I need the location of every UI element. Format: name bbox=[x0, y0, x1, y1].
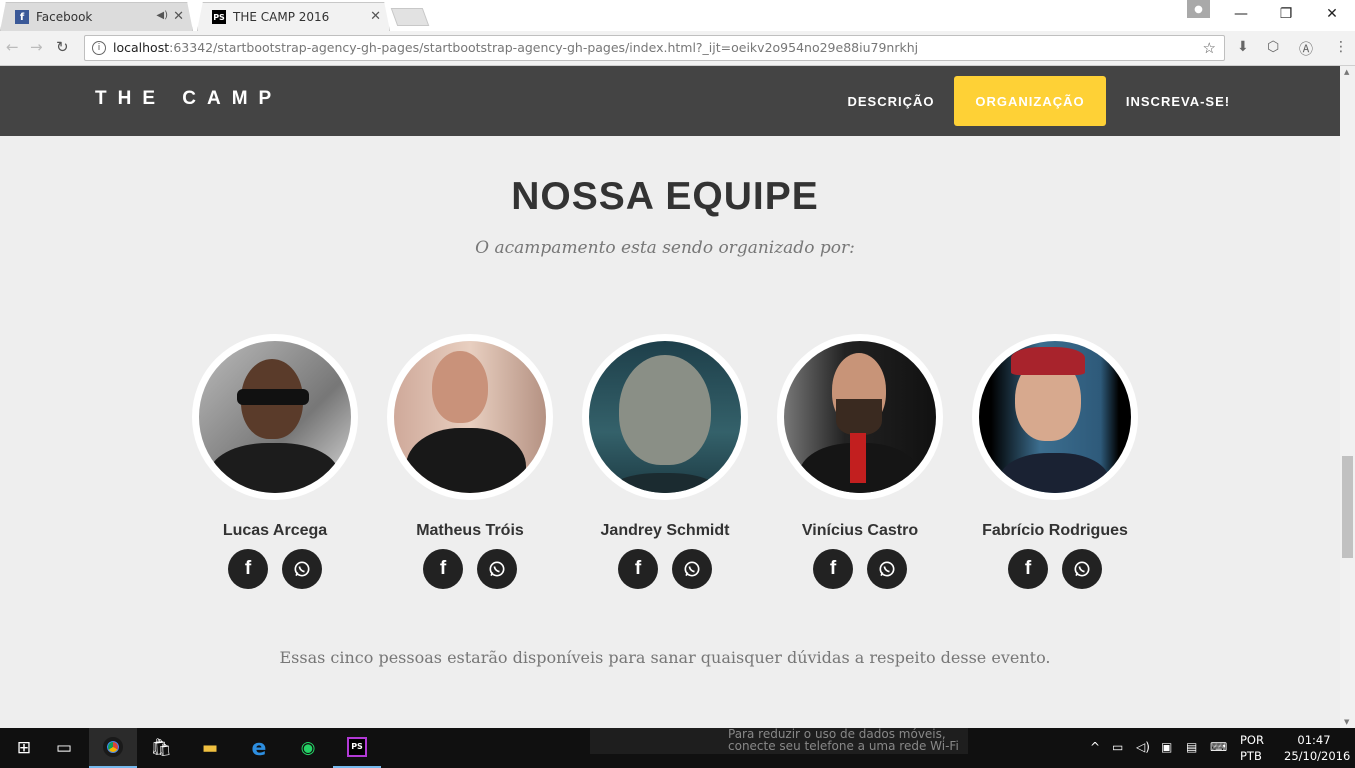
scroll-down-icon[interactable]: ▼ bbox=[1344, 718, 1349, 726]
new-tab-button[interactable] bbox=[390, 8, 430, 26]
address-bar[interactable]: i localhost:63342/startbootstrap-agency-… bbox=[84, 35, 1225, 61]
browser-toolbar: ← → ↻ i localhost:63342/startbootstrap-a… bbox=[0, 31, 1355, 66]
member-name: Fabrício Rodrigues bbox=[982, 522, 1128, 539]
member-photo bbox=[972, 334, 1138, 500]
scrollbar-thumb[interactable] bbox=[1342, 456, 1353, 558]
section-heading: NOSSA EQUIPE bbox=[511, 175, 819, 218]
site-brand[interactable]: THE CAMP bbox=[95, 88, 282, 110]
facebook-icon[interactable]: f bbox=[423, 549, 463, 589]
extension-pin-icon[interactable]: ⬇ bbox=[1237, 39, 1249, 55]
show-hidden-icons-icon[interactable]: ^ bbox=[1090, 740, 1100, 754]
clock-date: 25/10/2016 bbox=[1284, 749, 1351, 763]
member-photo bbox=[192, 334, 358, 500]
page-scrollbar[interactable]: ▲ ▼ bbox=[1340, 66, 1355, 728]
facebook-icon[interactable]: f bbox=[1008, 549, 1048, 589]
facebook-favicon-icon: f bbox=[15, 10, 29, 24]
member-photo bbox=[777, 334, 943, 500]
chrome-taskbar-icon[interactable] bbox=[89, 728, 137, 768]
member-photo bbox=[582, 334, 748, 500]
scroll-up-icon[interactable]: ▲ bbox=[1344, 68, 1349, 76]
url-host: localhost bbox=[113, 40, 170, 55]
url-path: :63342/startbootstrap-agency-gh-pages/st… bbox=[169, 40, 919, 55]
chrome-menu-icon[interactable]: ⋮ bbox=[1334, 39, 1348, 55]
browser-tab-strip: f Facebook ◀) ✕ PS THE CAMP 2016 ✕ ● — ❐… bbox=[0, 0, 1355, 31]
whatsapp-icon[interactable] bbox=[477, 549, 517, 589]
whatsapp-icon[interactable] bbox=[672, 549, 712, 589]
speaker-icon[interactable]: ◀) bbox=[156, 10, 168, 21]
forward-arrow-icon[interactable]: → bbox=[30, 38, 43, 56]
info-icon[interactable]: i bbox=[92, 41, 106, 55]
keyboard-icon[interactable]: ⌨ bbox=[1210, 740, 1227, 754]
tab-title: Facebook bbox=[36, 10, 93, 24]
task-view-icon[interactable]: ▭ bbox=[40, 728, 88, 768]
member-name: Matheus Tróis bbox=[416, 522, 524, 539]
store-taskbar-icon[interactable]: 🛍 bbox=[137, 728, 185, 768]
whatsapp-taskbar-icon[interactable]: ◉ bbox=[284, 728, 332, 768]
member-name: Lucas Arcega bbox=[222, 522, 328, 539]
network-icon[interactable]: ▣ bbox=[1161, 740, 1172, 754]
back-arrow-icon[interactable]: ← bbox=[6, 38, 19, 56]
close-tab-icon[interactable]: ✕ bbox=[370, 9, 381, 24]
web-page: THE CAMP DESCRIÇÃO ORGANIZAÇÃO INSCREVA-… bbox=[0, 66, 1340, 728]
input-language[interactable]: POR PTB bbox=[1240, 732, 1264, 764]
nav-item-organizacao[interactable]: ORGANIZAÇÃO bbox=[954, 76, 1106, 126]
team-footnote: Essas cinco pessoas estarão disponíveis … bbox=[279, 648, 1051, 667]
team-member: Vinícius Castro f bbox=[777, 334, 943, 589]
team-member: Matheus Tróis f bbox=[387, 334, 553, 589]
extension-shield-icon[interactable]: ⬡ bbox=[1267, 39, 1279, 55]
reload-icon[interactable]: ↻ bbox=[56, 38, 69, 56]
bookmark-star-icon[interactable]: ☆ bbox=[1203, 36, 1216, 60]
profile-icon[interactable]: ● bbox=[1187, 0, 1210, 18]
team-member: Jandrey Schmidt f bbox=[582, 334, 748, 589]
team-member: Fabrício Rodrigues f bbox=[972, 334, 1138, 589]
windows-taskbar: ⊞ ▭ 🛍 ▬ e ◉ PS Para reduzir o uso de dad… bbox=[0, 728, 1355, 768]
team-member: Lucas Arcega f bbox=[192, 334, 358, 589]
nav-item-descricao[interactable]: DESCRIÇÃO bbox=[836, 76, 946, 126]
facebook-icon[interactable]: f bbox=[813, 549, 853, 589]
whatsapp-icon[interactable] bbox=[867, 549, 907, 589]
section-subheading: O acampamento esta sendo organizado por: bbox=[475, 238, 855, 258]
whatsapp-icon[interactable] bbox=[1062, 549, 1102, 589]
edge-taskbar-icon[interactable]: e bbox=[235, 728, 283, 768]
volume-icon[interactable]: ◁) bbox=[1136, 740, 1150, 754]
system-clock[interactable]: 01:47 25/10/2016 bbox=[1284, 732, 1351, 764]
member-name: Jandrey Schmidt bbox=[600, 522, 730, 539]
close-tab-icon[interactable]: ✕ bbox=[173, 9, 184, 24]
tab-title: THE CAMP 2016 bbox=[233, 10, 330, 24]
minimize-button[interactable]: — bbox=[1218, 0, 1264, 28]
whatsapp-icon[interactable] bbox=[282, 549, 322, 589]
facebook-icon[interactable]: f bbox=[618, 549, 658, 589]
tab-facebook[interactable]: f Facebook ◀) ✕ bbox=[0, 2, 193, 31]
member-photo bbox=[387, 334, 553, 500]
site-navbar: THE CAMP DESCRIÇÃO ORGANIZAÇÃO INSCREVA-… bbox=[0, 66, 1340, 136]
tab-the-camp[interactable]: PS THE CAMP 2016 ✕ bbox=[197, 2, 390, 31]
member-name: Vinícius Castro bbox=[801, 522, 919, 539]
battery-icon[interactable]: ▭ bbox=[1112, 740, 1123, 754]
lang-line-1: POR bbox=[1240, 733, 1264, 747]
phpstorm-taskbar-icon[interactable]: PS bbox=[333, 728, 381, 768]
close-window-button[interactable]: ✕ bbox=[1309, 0, 1355, 28]
lang-line-2: PTB bbox=[1240, 749, 1262, 763]
restore-button[interactable]: ❐ bbox=[1263, 0, 1309, 28]
action-center-icon[interactable]: ▤ bbox=[1186, 740, 1197, 754]
angular-extension-icon[interactable]: Ⓐ bbox=[1299, 39, 1313, 59]
file-explorer-taskbar-icon[interactable]: ▬ bbox=[186, 728, 234, 768]
facebook-icon[interactable]: f bbox=[228, 549, 268, 589]
phpstorm-favicon-icon: PS bbox=[212, 10, 226, 24]
notification-banner: Para reduzir o uso de dados móveis, cone… bbox=[590, 728, 968, 754]
nav-item-inscreva-se[interactable]: INSCREVA-SE! bbox=[1112, 76, 1244, 126]
clock-time: 01:47 bbox=[1297, 733, 1331, 747]
